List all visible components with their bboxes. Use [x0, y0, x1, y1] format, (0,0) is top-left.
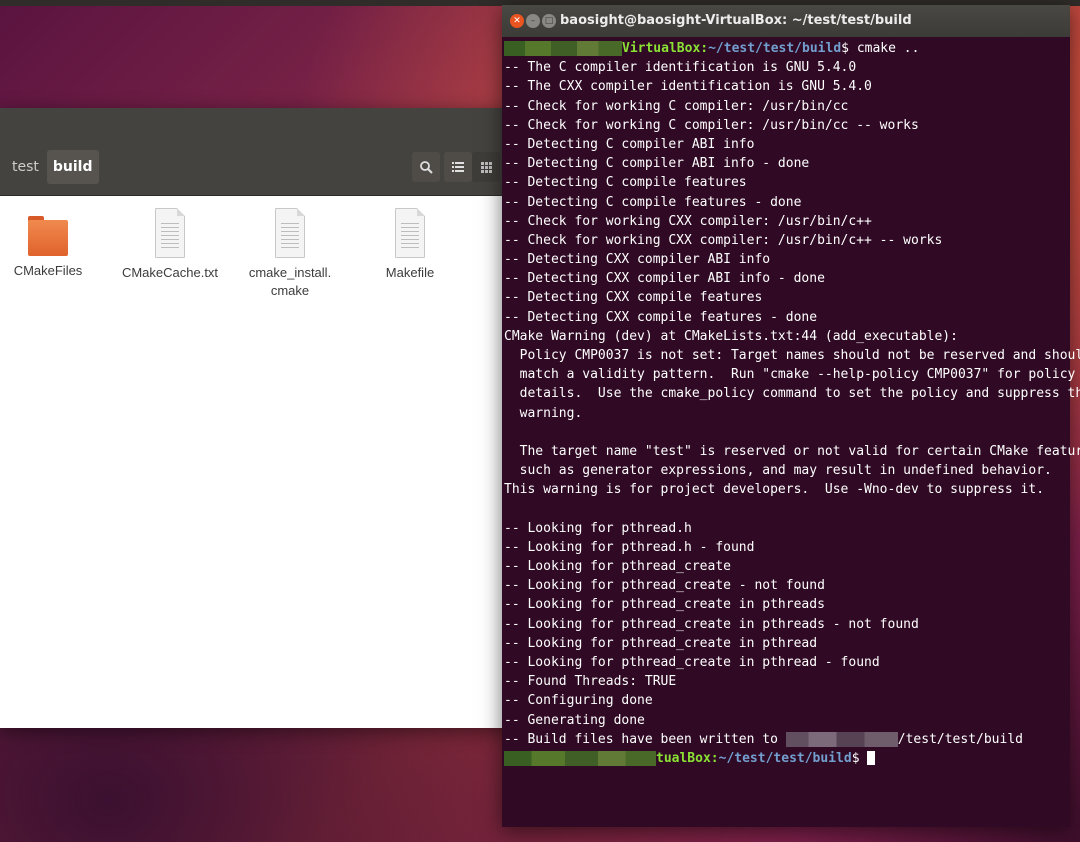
- terminal-window[interactable]: ✕ – □ baosight@baosight-VirtualBox: ~/te…: [502, 5, 1080, 827]
- prompt-path: ~/test/test/build: [708, 41, 842, 56]
- files-content-area: CMakeFiles CMakeCache.txt cmake_install.…: [0, 196, 520, 728]
- output-line: match a validity pattern. Run "cmake --h…: [504, 367, 1076, 383]
- build-line-suffix: /test/test/build: [897, 731, 1023, 747]
- close-icon: ✕: [513, 16, 521, 26]
- prompt-path: ~/test/test/build: [718, 750, 852, 766]
- grid-view-icon: [480, 161, 492, 173]
- text-cursor: [867, 751, 876, 766]
- output-line: -- Detecting C compile features: [504, 175, 747, 191]
- output-line: -- Detecting CXX compile features: [504, 290, 763, 306]
- build-line-prefix: -- Build files have been written to: [504, 731, 786, 747]
- output-line: -- Generating done: [504, 712, 645, 728]
- output-line: -- Detecting C compile features - done: [504, 194, 802, 210]
- file-item-cmake-install[interactable]: cmake_install. cmake: [230, 208, 350, 300]
- prompt-user: tualBox:: [656, 750, 719, 766]
- output-line: -- Looking for pthread_create in pthread…: [504, 616, 919, 632]
- search-button[interactable]: [412, 152, 440, 182]
- prompt-user: VirtualBox:: [622, 41, 709, 56]
- redacted-path: [785, 731, 898, 747]
- output-line: details. Use the cmake_policy command to…: [504, 386, 1080, 402]
- list-view-icon: [452, 162, 464, 172]
- search-icon: [420, 161, 433, 174]
- file-item-makefile[interactable]: Makefile: [350, 208, 470, 282]
- output-line: -- Check for working CXX compiler: /usr/…: [504, 213, 872, 229]
- output-line: -- Detecting C compiler ABI info - done: [504, 156, 810, 172]
- output-line: -- Detecting CXX compile features - done: [504, 309, 818, 325]
- output-line: warning.: [504, 405, 583, 421]
- folder-icon: [28, 216, 68, 256]
- file-name: CMakeCache.txt: [121, 265, 219, 280]
- files-window: test build CMakeFiles CMakeCache.txt cma…: [0, 108, 520, 728]
- grid-view-button[interactable]: [472, 152, 500, 182]
- build-output-line: -- Build files have been written to /tes…: [502, 730, 1070, 749]
- output-line: -- The C compiler identification is GNU …: [504, 60, 857, 76]
- maximize-icon: □: [544, 16, 554, 26]
- text-file-icon: [275, 208, 305, 258]
- redacted-username: [504, 41, 622, 56]
- output-line: -- Looking for pthread_create in pthread…: [504, 655, 880, 670]
- command-text: cmake ..: [856, 41, 920, 56]
- redacted-username: [504, 750, 656, 766]
- breadcrumb: test build: [0, 150, 99, 184]
- file-name-line: cmake_install.: [248, 265, 332, 280]
- file-name: CMakeFiles: [13, 263, 83, 278]
- file-name: Makefile: [385, 265, 435, 280]
- output-line: -- Found Threads: TRUE: [504, 674, 677, 690]
- output-line: -- Looking for pthread.h: [504, 520, 692, 536]
- output-line: -- Check for working CXX compiler: /usr/…: [504, 232, 943, 248]
- files-header-bar: test build: [0, 108, 520, 196]
- list-view-button[interactable]: [444, 152, 472, 182]
- output-line: -- Detecting CXX compiler ABI info: [504, 252, 771, 268]
- output-line: -- Detecting CXX compiler ABI info - don…: [504, 271, 825, 287]
- file-item-cmakecache[interactable]: CMakeCache.txt: [110, 208, 230, 282]
- output-line: -- Looking for pthread_create: [504, 559, 731, 575]
- terminal-title: baosight@baosight-VirtualBox: ~/test/tes…: [560, 13, 912, 28]
- output-line: -- Check for working C compiler: /usr/bi…: [504, 117, 919, 133]
- minimize-icon: –: [530, 16, 536, 26]
- output-line: The target name "test" is reserved or no…: [504, 443, 1080, 459]
- close-button[interactable]: ✕: [510, 14, 524, 28]
- output-block: -- The C compiler identification is GNU …: [502, 58, 1080, 730]
- output-line: -- Looking for pthread_create in pthread…: [504, 597, 825, 613]
- output-line: This warning is for project developers. …: [504, 482, 1045, 498]
- file-name-line: cmake: [270, 283, 310, 298]
- output-line: -- Looking for pthread.h - found: [504, 539, 755, 555]
- maximize-button[interactable]: □: [542, 14, 556, 28]
- output-line: such as generator expressions, and may r…: [504, 463, 1052, 479]
- breadcrumb-item-build[interactable]: build: [46, 150, 99, 184]
- text-file-icon: [155, 208, 185, 258]
- file-item-cmakefiles[interactable]: CMakeFiles: [0, 208, 108, 280]
- output-line: -- Detecting C compiler ABI info: [504, 136, 755, 152]
- terminal-titlebar[interactable]: ✕ – □ baosight@baosight-VirtualBox: ~/te…: [502, 5, 1070, 37]
- output-line: -- The CXX compiler identification is GN…: [504, 79, 872, 95]
- prompt-symbol: $: [851, 750, 868, 766]
- output-line: -- Check for working C compiler: /usr/bi…: [504, 98, 849, 114]
- output-line: -- Looking for pthread_create - not foun…: [504, 578, 825, 594]
- minimize-button[interactable]: –: [526, 14, 540, 28]
- prompt-symbol: $: [841, 41, 857, 56]
- file-name: cmake_install. cmake: [249, 264, 331, 300]
- prompt-line: VirtualBox:~/test/test/build$ cmake ..: [502, 39, 1070, 58]
- output-line: CMake Warning (dev) at CMakeLists.txt:44…: [504, 328, 958, 344]
- output-line: Policy CMP0037 is not set: Target names …: [504, 348, 1080, 363]
- text-file-icon: [395, 208, 425, 258]
- breadcrumb-item-test[interactable]: test: [0, 150, 45, 184]
- prompt-line: tualBox:~/test/test/build$: [502, 749, 1070, 768]
- output-line: -- Configuring done: [504, 693, 653, 709]
- output-line: -- Looking for pthread_create in pthread: [504, 635, 818, 651]
- terminal-output[interactable]: VirtualBox:~/test/test/build$ cmake .. -…: [502, 39, 1080, 827]
